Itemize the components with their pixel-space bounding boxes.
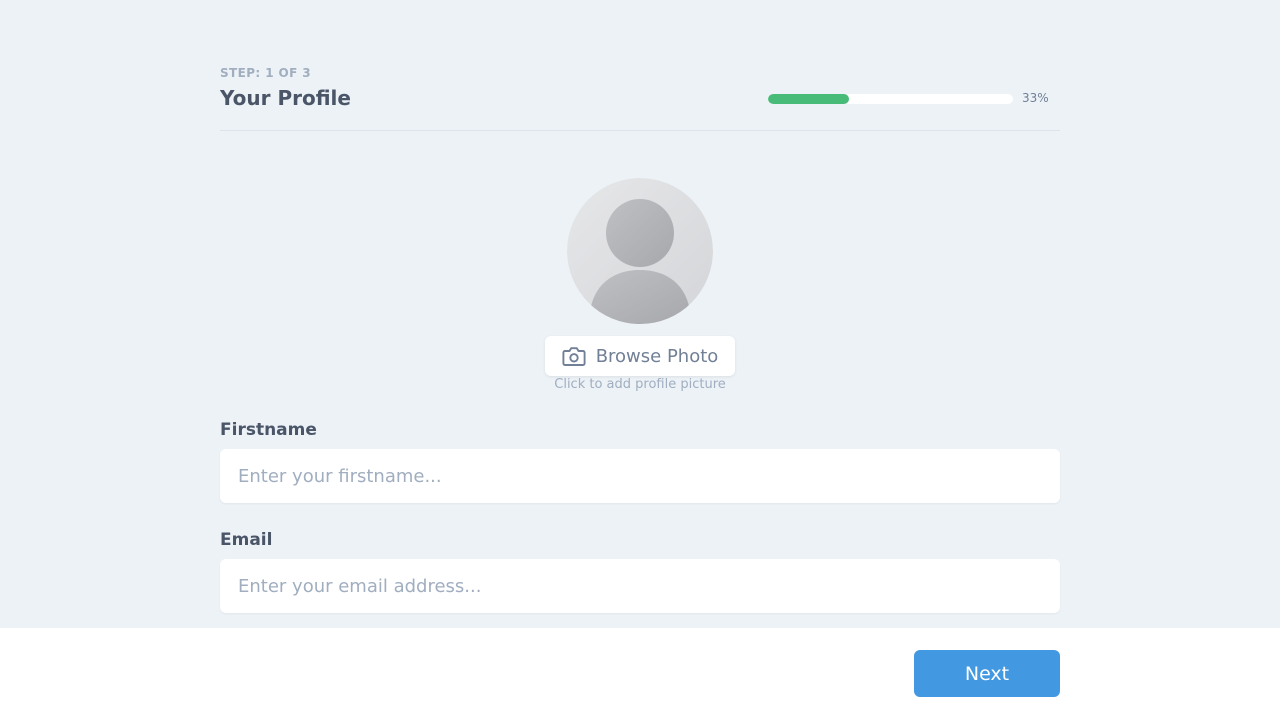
camera-icon <box>562 345 586 367</box>
progress-bar-fill <box>768 94 849 104</box>
progress-percent: 33% <box>1022 91 1049 105</box>
next-button[interactable]: Next <box>914 650 1060 697</box>
firstname-input[interactable] <box>220 449 1060 503</box>
step-indicator: STEP: 1 OF 3 <box>220 66 312 80</box>
firstname-label: Firstname <box>220 420 317 440</box>
page-title: Your Profile <box>220 86 351 110</box>
email-label: Email <box>220 530 273 550</box>
browse-photo-label: Browse Photo <box>595 345 719 367</box>
step-header: STEP: 1 OF 3 Your Profile 33% <box>220 64 1060 131</box>
browse-photo-button[interactable]: Browse Photo <box>545 336 735 376</box>
email-input[interactable] <box>220 559 1060 613</box>
avatar-silhouette-icon <box>567 178 713 324</box>
progress-bar <box>768 94 1013 104</box>
footer-bar: Next <box>0 628 1280 720</box>
profile-step-page: STEP: 1 OF 3 Your Profile 33% Browse Pho… <box>0 0 1280 628</box>
avatar-placeholder <box>567 178 713 324</box>
photo-hint: Click to add profile picture <box>554 377 726 392</box>
